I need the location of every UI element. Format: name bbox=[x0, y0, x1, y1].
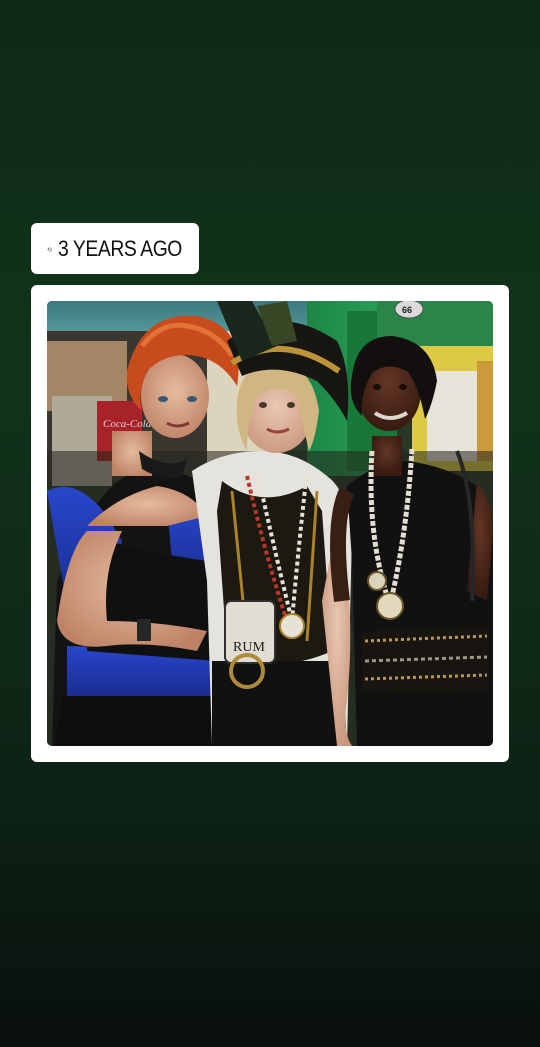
photo-card[interactable]: Coca-Cola 66 RUM bbox=[31, 285, 509, 762]
story-viewer: 3 YEARS AGO Coca-Cola 66 RUM bbox=[0, 0, 540, 1047]
history-icon bbox=[47, 247, 52, 251]
memory-badge[interactable]: 3 YEARS AGO bbox=[31, 223, 199, 274]
memory-photo: Coca-Cola 66 RUM bbox=[47, 301, 493, 746]
memory-label: 3 YEARS AGO bbox=[58, 235, 183, 261]
